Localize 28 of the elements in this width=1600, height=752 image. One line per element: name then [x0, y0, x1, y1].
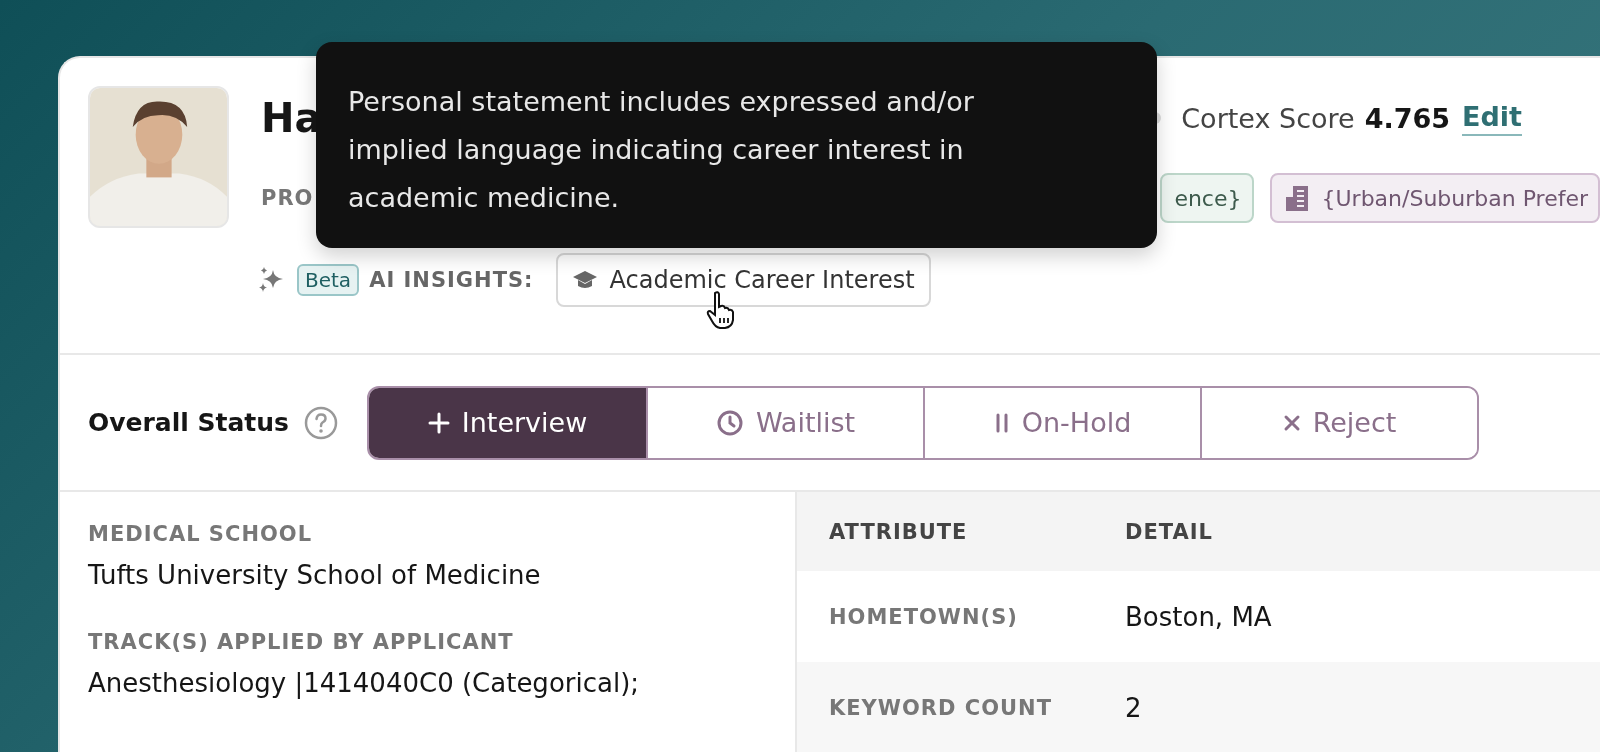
edit-link[interactable]: Edit: [1462, 100, 1522, 136]
tag: ence}: [1160, 173, 1254, 223]
score-label: Cortex Score: [1181, 102, 1355, 134]
attribute-cell: HOMETOWN(S): [829, 604, 1018, 629]
field-label: MEDICAL SCHOOL: [88, 522, 314, 546]
column-header: ATTRIBUTE: [829, 519, 968, 544]
field-value: Tufts University School of Medicine: [88, 560, 542, 590]
score-value: 4.765: [1364, 102, 1451, 134]
attribute-cell: KEYWORD COUNT: [829, 695, 1052, 720]
help-icon[interactable]: [303, 404, 339, 441]
field-label: TRACK(S) APPLIED BY APPLICANT: [88, 630, 515, 654]
tag: {Urban/Suburban Prefer: [1269, 173, 1600, 223]
insight-chip[interactable]: Academic Career Interest: [555, 253, 931, 307]
column-header: DETAIL: [1125, 519, 1213, 544]
detail-cell: Boston, MA: [1125, 601, 1272, 632]
tags-label: PRO: [261, 186, 314, 210]
ai-insights-label: AI INSIGHTS:: [369, 268, 534, 292]
beta-badge: Beta: [297, 264, 360, 296]
clock-icon: [715, 408, 744, 437]
graduation-cap-icon: [571, 269, 598, 291]
field-value: Anesthesiology |1414040C0 (Categorical);: [88, 668, 641, 698]
tooltip: Personal statement includes expressed and/or implied language indicating career interest in academic medicine.: [316, 42, 1157, 248]
status-option[interactable]: Reject: [1200, 387, 1477, 458]
detail-cell: 2: [1125, 692, 1142, 723]
close-icon: [1282, 413, 1301, 432]
status-label: Overall Status: [88, 408, 289, 437]
plus-icon: [427, 411, 450, 434]
status-option[interactable]: Interview: [369, 387, 646, 458]
